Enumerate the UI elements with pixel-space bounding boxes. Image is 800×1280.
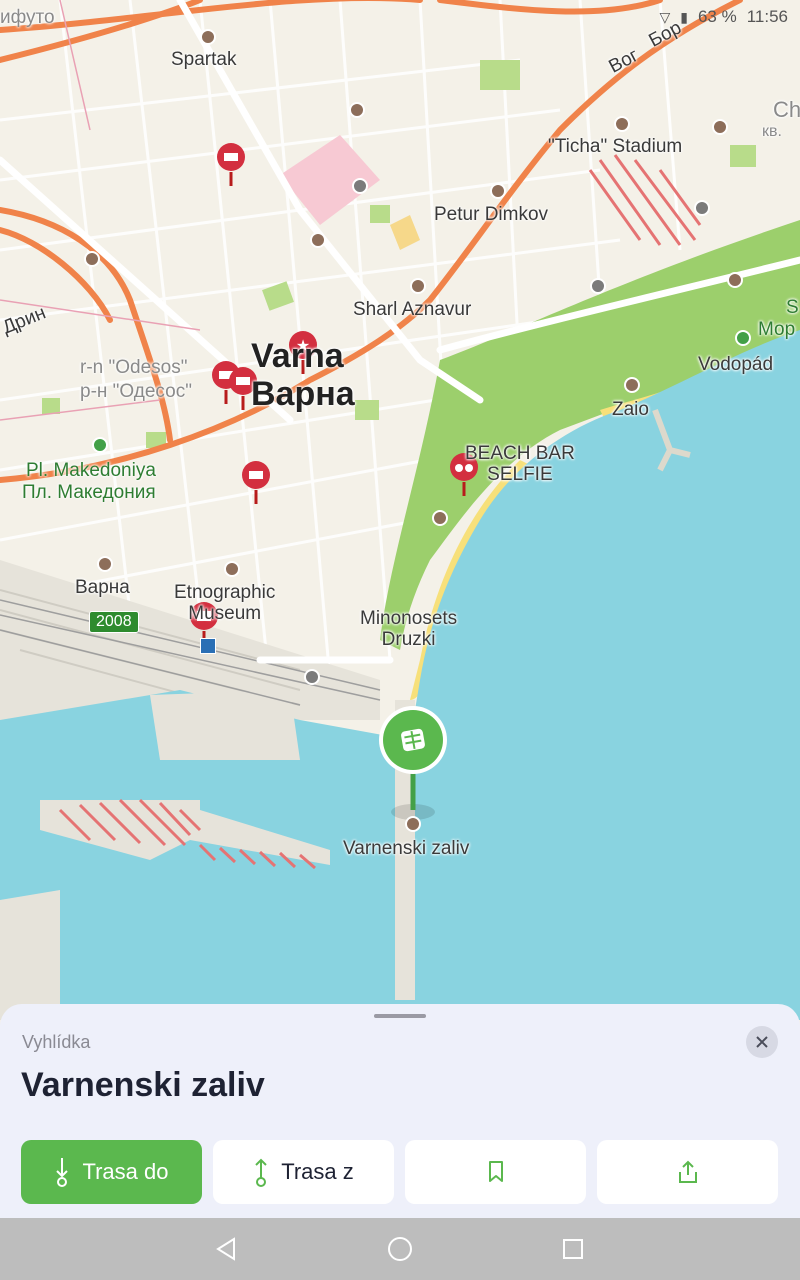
map-label-beach-bar-selfie[interactable]: BEACH BAR SELFIE [465, 443, 575, 486]
poi-icon[interactable] [349, 102, 365, 118]
poi-icon[interactable] [590, 278, 606, 294]
route-to-label: Trasa do [82, 1159, 169, 1184]
place-category: Vyhlídka [22, 1032, 91, 1052]
map-label-mor: Мор [758, 319, 796, 340]
map-view[interactable]: ★ 2008 Spartak "Ticha" Stadium Petur Dim… [0, 0, 800, 1020]
route-to-icon [56, 1158, 69, 1187]
route-to-button[interactable]: Trasa do [21, 1140, 202, 1204]
poi-museum-icon[interactable] [224, 561, 240, 577]
poi-icon[interactable] [432, 510, 448, 526]
battery-level: 63 % [697, 7, 737, 26]
map-label-odesos-cyrillic[interactable]: р-н "Одесос" [80, 381, 192, 403]
poi-zoo-icon[interactable] [727, 272, 743, 288]
poi-icon[interactable] [712, 119, 728, 135]
map-label-makedoniya-cyrillic[interactable]: Пл. Македония [22, 482, 156, 504]
wifi-icon: ▽ [659, 8, 671, 25]
system-navigation-bar [0, 1218, 800, 1280]
train-station-icon[interactable] [200, 638, 216, 654]
close-icon [756, 1036, 768, 1048]
poi-icon[interactable] [614, 116, 630, 132]
poi-icon[interactable] [410, 278, 426, 294]
poi-icon[interactable] [694, 200, 710, 216]
map-label-varna-latin[interactable]: Varna [251, 337, 344, 375]
poi-stadium-icon[interactable] [200, 29, 216, 45]
poi-star-icon[interactable] [310, 232, 326, 248]
close-button[interactable] [746, 1026, 778, 1058]
route-from-button[interactable]: Trasa z [213, 1140, 394, 1204]
back-icon [215, 1237, 235, 1261]
map-label-minonosets-druzki[interactable]: Minonosets Druzki [360, 608, 457, 651]
share-button[interactable] [597, 1140, 778, 1204]
poi-icon[interactable] [97, 556, 113, 572]
poi-icon[interactable] [352, 178, 368, 194]
map-label-s: S [786, 297, 799, 318]
poi-icon[interactable] [304, 669, 320, 685]
selected-place-marker[interactable] [376, 704, 450, 814]
recents-button[interactable] [543, 1219, 603, 1279]
map-label-ch: Ch [773, 97, 800, 122]
map-label-spartak[interactable]: Spartak [171, 49, 236, 71]
back-button[interactable] [197, 1219, 257, 1279]
map-pin-hotel-icon[interactable] [241, 460, 271, 504]
home-button[interactable] [370, 1219, 430, 1279]
map-label-odesos-latin[interactable]: r-n "Odesos" [80, 357, 187, 379]
map-label-kv: кв. [762, 123, 782, 140]
map-label-makedoniya-latin[interactable]: Pl. Makedoniya [26, 460, 156, 482]
poi-zoo-icon[interactable] [624, 377, 640, 393]
route-from-label: Trasa z [281, 1159, 354, 1184]
map-label-petur-dimkov[interactable]: Petur Dimkov [434, 204, 548, 226]
map-label-sharl-aznavur[interactable]: Sharl Aznavur [353, 299, 471, 321]
home-icon [387, 1237, 412, 1261]
map-label-top-left: ифуто [0, 7, 55, 28]
map-label-varnenski-zaliv[interactable]: Varnenski zaliv [343, 838, 469, 860]
map-label-ticha-stadium[interactable]: "Ticha" Stadium [548, 136, 682, 158]
map-label-varna-cyrillic[interactable]: Варна [251, 375, 355, 413]
poi-icon[interactable] [490, 183, 506, 199]
place-bottom-sheet[interactable]: Vyhlídka Varnenski zaliv Trasa do Trasa … [0, 1004, 800, 1218]
status-bar: ▽ ▮ 63 % 11:56 [659, 0, 800, 34]
poi-park-icon[interactable] [92, 437, 108, 453]
battery-icon: ▮ [680, 8, 688, 25]
recents-icon [563, 1239, 584, 1259]
place-title: Varnenski zaliv [21, 1066, 265, 1104]
route-number-badge: 2008 [89, 611, 139, 633]
route-from-icon [255, 1158, 267, 1187]
map-label-varna-station[interactable]: Варна [75, 577, 130, 599]
map-label-zaio[interactable]: Zaio [612, 399, 649, 421]
share-icon [678, 1160, 697, 1183]
poi-park-icon[interactable] [735, 330, 751, 346]
map-label-etnographic-museum[interactable]: Etnographic Museum [174, 582, 275, 625]
poi-viewpoint-icon[interactable] [405, 816, 421, 832]
map-pin-hotel-icon[interactable] [216, 142, 246, 186]
bookmark-button[interactable] [405, 1140, 586, 1204]
sheet-drag-handle[interactable] [374, 1014, 426, 1018]
clock: 11:56 [746, 7, 788, 26]
map-label-vodopad[interactable]: Vodopád [698, 354, 773, 376]
poi-icon[interactable] [84, 251, 100, 267]
bookmark-icon [488, 1161, 503, 1182]
